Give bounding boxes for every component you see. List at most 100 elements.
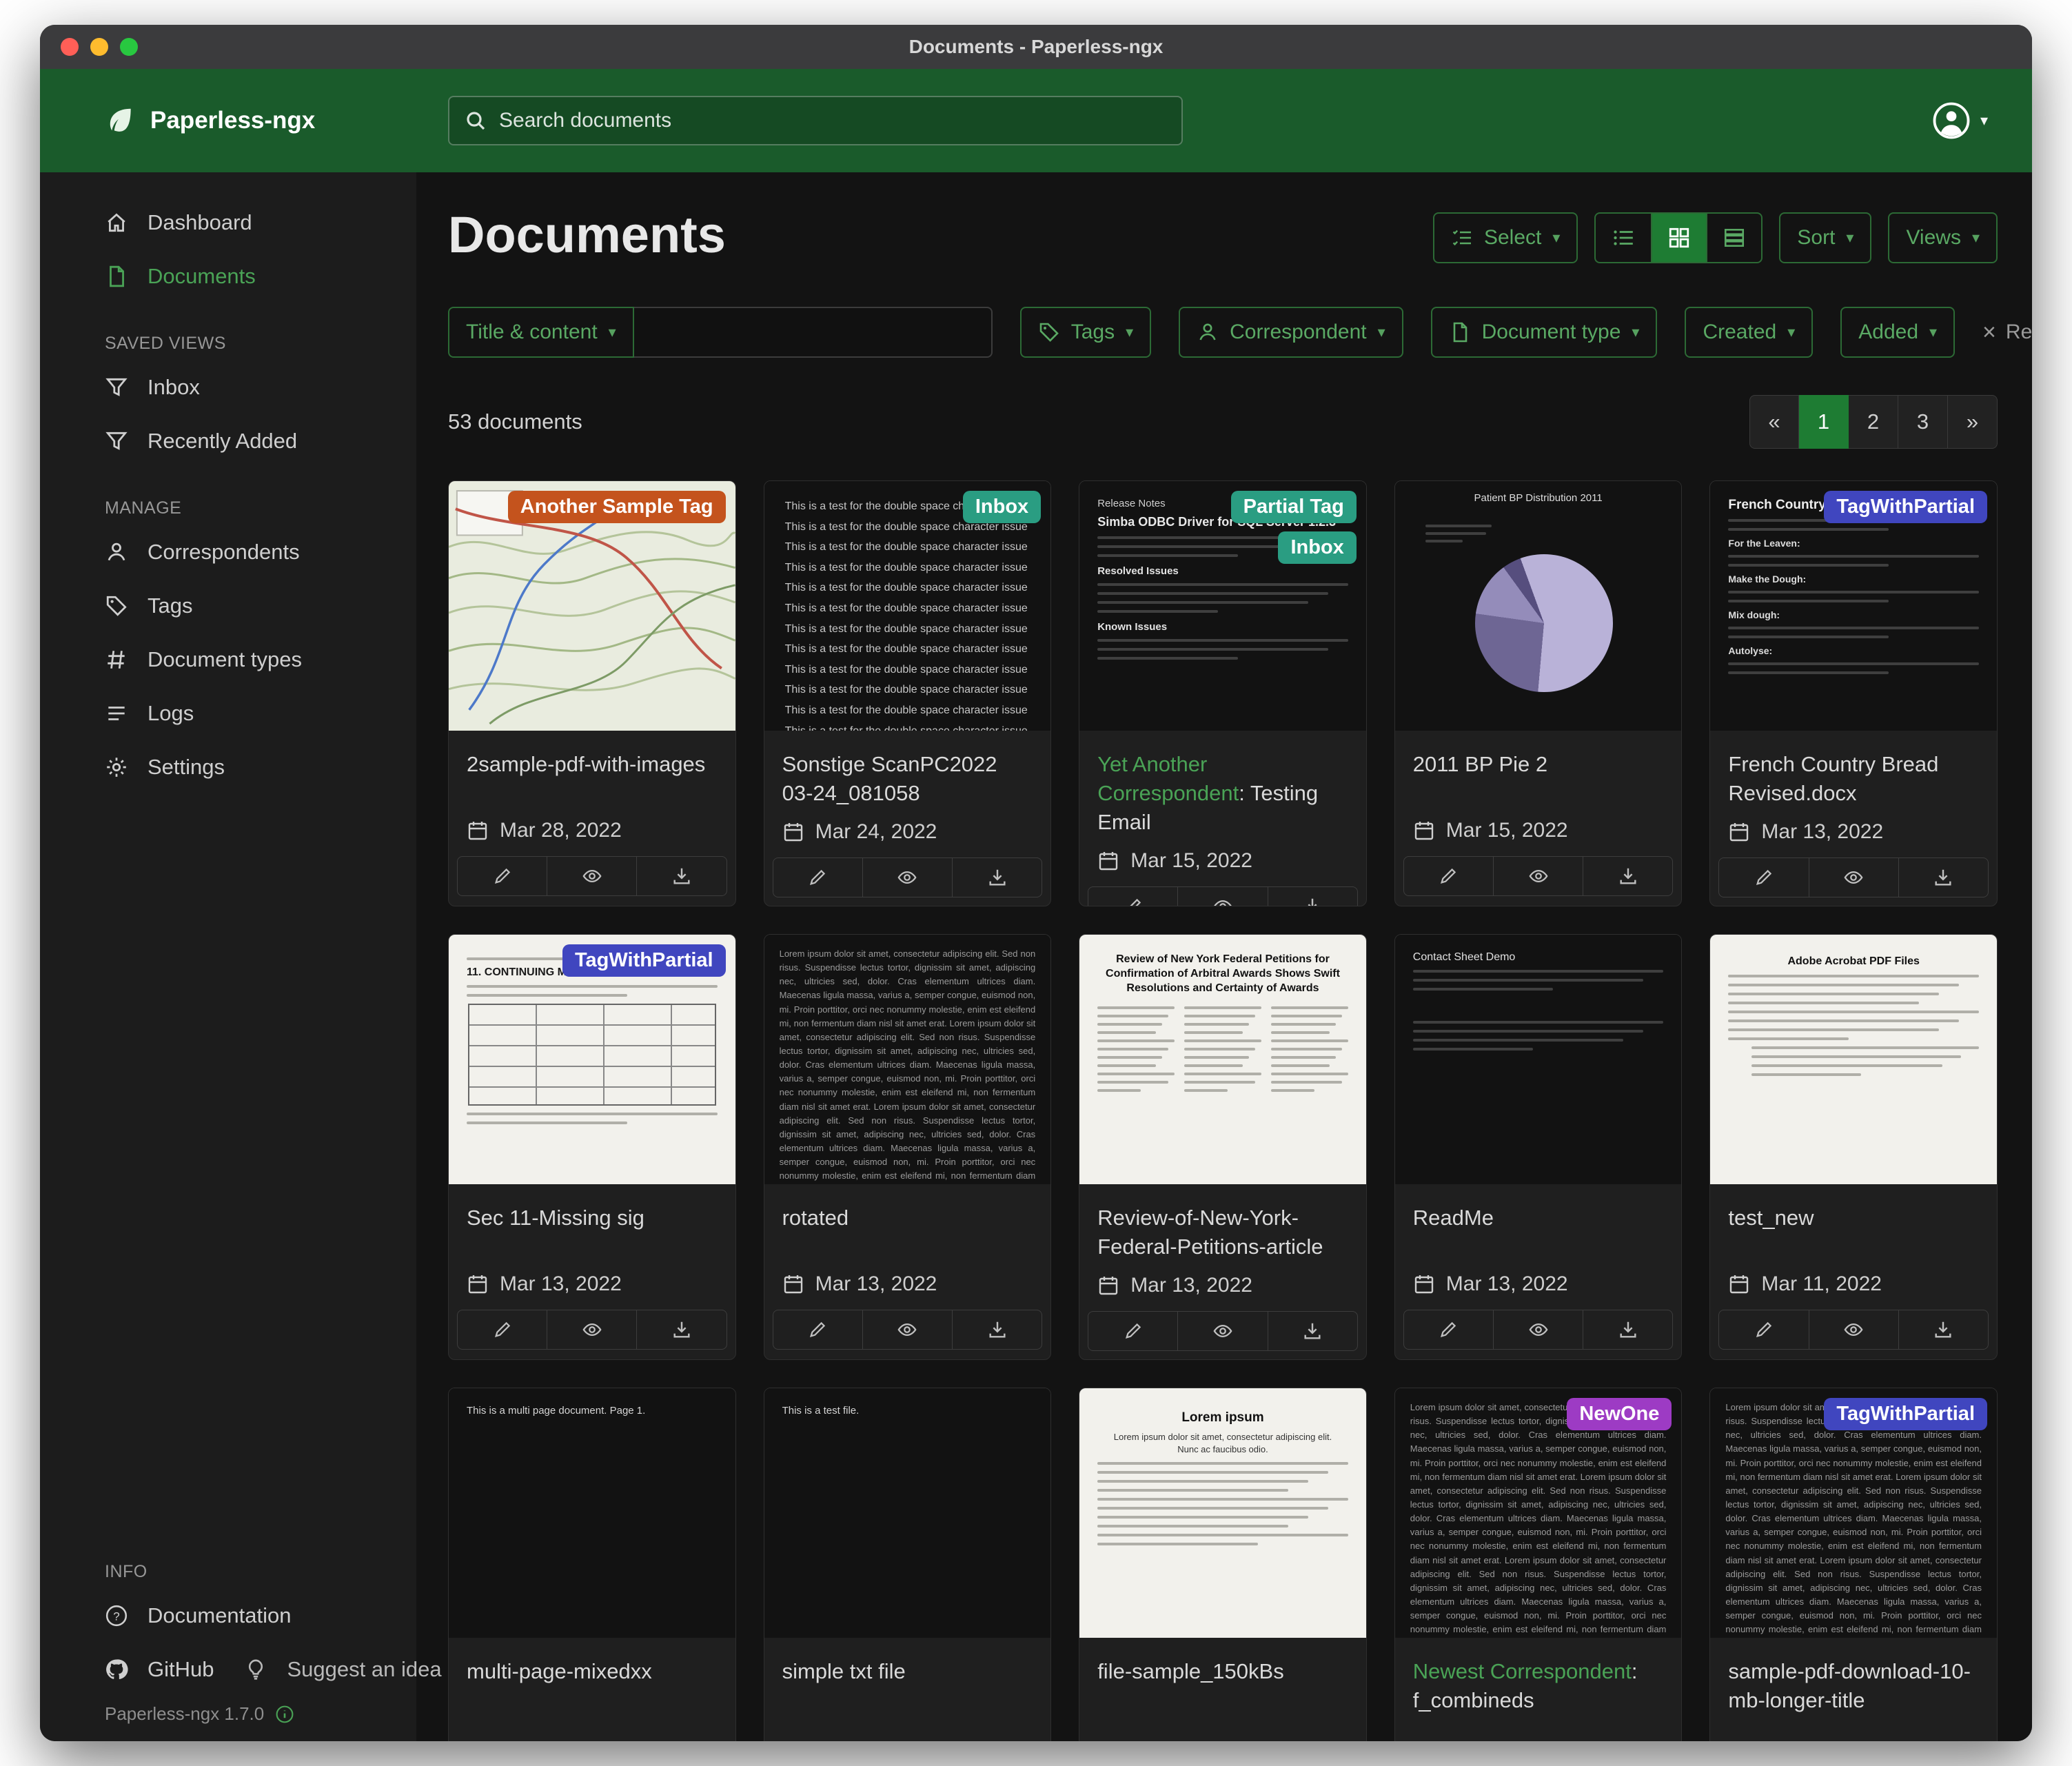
document-card[interactable]: Lorem ipsum dolor sit amet, consectetur … — [1709, 1388, 1998, 1741]
pagination-page-2[interactable]: 2 — [1849, 395, 1898, 449]
document-type-filter-button[interactable]: Document type▾ — [1431, 307, 1658, 358]
document-thumbnail[interactable]: Adobe Acrobat PDF Files — [1710, 935, 1997, 1184]
edit-button[interactable] — [1404, 1310, 1493, 1349]
document-thumbnail[interactable]: Another Sample Tag — [449, 481, 735, 731]
select-button[interactable]: Select▾ — [1433, 212, 1578, 263]
zoom-button[interactable] — [120, 38, 138, 56]
download-button[interactable] — [1583, 1310, 1672, 1349]
tag-badge-tagwithpartial[interactable]: TagWithPartial — [1824, 1398, 1987, 1430]
pagination-prev[interactable]: « — [1749, 395, 1799, 449]
document-correspondent[interactable]: Yet Another Correspondent — [1097, 752, 1239, 805]
download-button[interactable] — [636, 1310, 726, 1349]
correspondent-filter-button[interactable]: Correspondent▾ — [1179, 307, 1403, 358]
edit-button[interactable] — [773, 858, 862, 897]
sidebar-item-tags[interactable]: Tags — [40, 579, 416, 633]
download-button[interactable] — [1268, 887, 1357, 906]
view-button[interactable] — [1809, 1310, 1898, 1349]
edit-button[interactable] — [773, 1310, 862, 1349]
download-button[interactable] — [1898, 1310, 1988, 1349]
document-thumbnail[interactable]: This is a multi page document. Page 1. — [449, 1388, 735, 1638]
document-thumbnail[interactable]: This is a test file. — [764, 1388, 1051, 1638]
view-list-button[interactable] — [1596, 214, 1651, 262]
view-button[interactable] — [547, 1310, 636, 1349]
edit-button[interactable] — [458, 857, 547, 895]
pagination-page-1[interactable]: 1 — [1799, 395, 1849, 449]
document-title[interactable]: 2011 BP Pie 2 — [1413, 750, 1664, 779]
edit-button[interactable] — [1088, 887, 1177, 906]
search-input[interactable] — [499, 109, 1166, 132]
document-thumbnail[interactable]: Lorem ipsumLorem ipsum dolor sit amet, c… — [1079, 1388, 1366, 1638]
view-button[interactable] — [1177, 1312, 1267, 1350]
document-title[interactable]: Sonstige ScanPC2022 03-24_081058 — [782, 750, 1033, 808]
document-card[interactable]: Lorem ipsum dolor sit amet, consectetur … — [1394, 1388, 1683, 1741]
document-thumbnail[interactable]: Review of New York Federal Petitions for… — [1079, 935, 1366, 1184]
document-title[interactable]: French Country Bread Revised.docx — [1728, 750, 1979, 808]
download-button[interactable] — [1898, 858, 1988, 897]
document-title[interactable]: Sec 11-Missing sig — [467, 1204, 718, 1232]
tag-badge-tagwithpartial[interactable]: TagWithPartial — [562, 944, 726, 977]
document-thumbnail[interactable]: This is a test for the double space char… — [764, 481, 1051, 731]
view-button[interactable] — [862, 858, 952, 897]
download-button[interactable] — [952, 1310, 1042, 1349]
document-thumbnail[interactable]: Lorem ipsum dolor sit amet, consectetur … — [764, 935, 1051, 1184]
document-card[interactable]: 11. CONTINUING MEDICAL EDUCA TagWithPart… — [448, 934, 736, 1360]
brand[interactable]: Paperless-ngx — [40, 105, 416, 136]
view-button[interactable] — [1809, 858, 1898, 897]
tags-filter-button[interactable]: Tags▾ — [1020, 307, 1151, 358]
sidebar-item-github[interactable]: GitHub — [40, 1643, 214, 1696]
document-card[interactable]: French Country BreadFor the Leaven:Make … — [1709, 480, 1998, 906]
document-card[interactable]: Lorem ipsumLorem ipsum dolor sit amet, c… — [1079, 1388, 1367, 1741]
download-button[interactable] — [636, 857, 726, 895]
sidebar-item-correspondents[interactable]: Correspondents — [40, 525, 416, 579]
edit-button[interactable] — [1719, 1310, 1808, 1349]
view-details-button[interactable] — [1706, 214, 1761, 262]
view-button[interactable] — [1493, 857, 1583, 895]
title-content-input[interactable] — [634, 307, 993, 358]
sidebar-item-logs[interactable]: Logs — [40, 687, 416, 740]
document-card[interactable]: Review of New York Federal Petitions for… — [1079, 934, 1367, 1360]
document-thumbnail[interactable]: Lorem ipsum dolor sit amet, consectetur … — [1710, 1388, 1997, 1638]
sidebar-item-settings[interactable]: Settings — [40, 740, 416, 794]
tag-badge-inbox[interactable]: Inbox — [963, 491, 1041, 523]
document-title[interactable]: ReadMe — [1413, 1204, 1664, 1232]
sidebar-item-documents[interactable]: Documents — [40, 250, 416, 303]
sidebar-item-inbox[interactable]: Inbox — [40, 361, 416, 414]
pagination-next[interactable]: » — [1948, 395, 1998, 449]
download-button[interactable] — [1268, 1312, 1357, 1350]
document-thumbnail[interactable]: Release NotesSimba ODBC Driver for SQL S… — [1079, 481, 1366, 731]
document-title[interactable]: multi-page-mixedxx — [467, 1657, 718, 1686]
document-title[interactable]: Newest Correspondent: f_combineds — [1413, 1657, 1664, 1715]
search-bar[interactable] — [448, 96, 1183, 145]
document-card[interactable]: Contact Sheet Demo ReadMe Mar 13, 2022 — [1394, 934, 1683, 1360]
edit-button[interactable] — [1404, 857, 1493, 895]
tag-badge-partial-tag[interactable]: Partial Tag — [1231, 491, 1357, 523]
document-thumbnail[interactable]: 11. CONTINUING MEDICAL EDUCA TagWithPart… — [449, 935, 735, 1184]
document-card[interactable]: This is a test file. simple txt file — [764, 1388, 1052, 1741]
pagination-page-3[interactable]: 3 — [1898, 395, 1948, 449]
document-card[interactable]: Another Sample Tag 2sample-pdf-with-imag… — [448, 480, 736, 906]
sidebar-item-recently-added[interactable]: Recently Added — [40, 414, 416, 468]
added-filter-button[interactable]: Added▾ — [1840, 307, 1955, 358]
document-thumbnail[interactable]: Patient BP Distribution 2011 — [1395, 481, 1682, 731]
reset-filters-button[interactable]: ×Reset filters — [1982, 321, 2032, 344]
sidebar-item-dashboard[interactable]: Dashboard — [40, 196, 416, 250]
sort-button[interactable]: Sort▾ — [1779, 212, 1871, 263]
title-content-dropdown[interactable]: Title & content▾ — [448, 307, 634, 358]
view-button[interactable] — [1493, 1310, 1583, 1349]
view-button[interactable] — [547, 857, 636, 895]
document-thumbnail[interactable]: Contact Sheet Demo — [1395, 935, 1682, 1184]
tag-badge-inbox[interactable]: Inbox — [1278, 531, 1356, 564]
document-title[interactable]: rotated — [782, 1204, 1033, 1232]
document-title[interactable]: 2sample-pdf-with-images — [467, 750, 718, 779]
download-button[interactable] — [1583, 857, 1672, 895]
tag-badge-newone[interactable]: NewOne — [1567, 1398, 1672, 1430]
document-thumbnail[interactable]: French Country BreadFor the Leaven:Make … — [1710, 481, 1997, 731]
document-title[interactable]: simple txt file — [782, 1657, 1033, 1686]
sidebar-item-document-types[interactable]: Document types — [40, 633, 416, 687]
tag-badge-another-sample-tag[interactable]: Another Sample Tag — [508, 491, 726, 523]
view-button[interactable] — [862, 1310, 952, 1349]
document-title[interactable]: Review-of-New-York-Federal-Petitions-art… — [1097, 1204, 1348, 1261]
close-button[interactable] — [61, 38, 79, 56]
document-card[interactable]: This is a test for the double space char… — [764, 480, 1052, 906]
titlebar[interactable]: Documents - Paperless-ngx — [40, 25, 2032, 69]
